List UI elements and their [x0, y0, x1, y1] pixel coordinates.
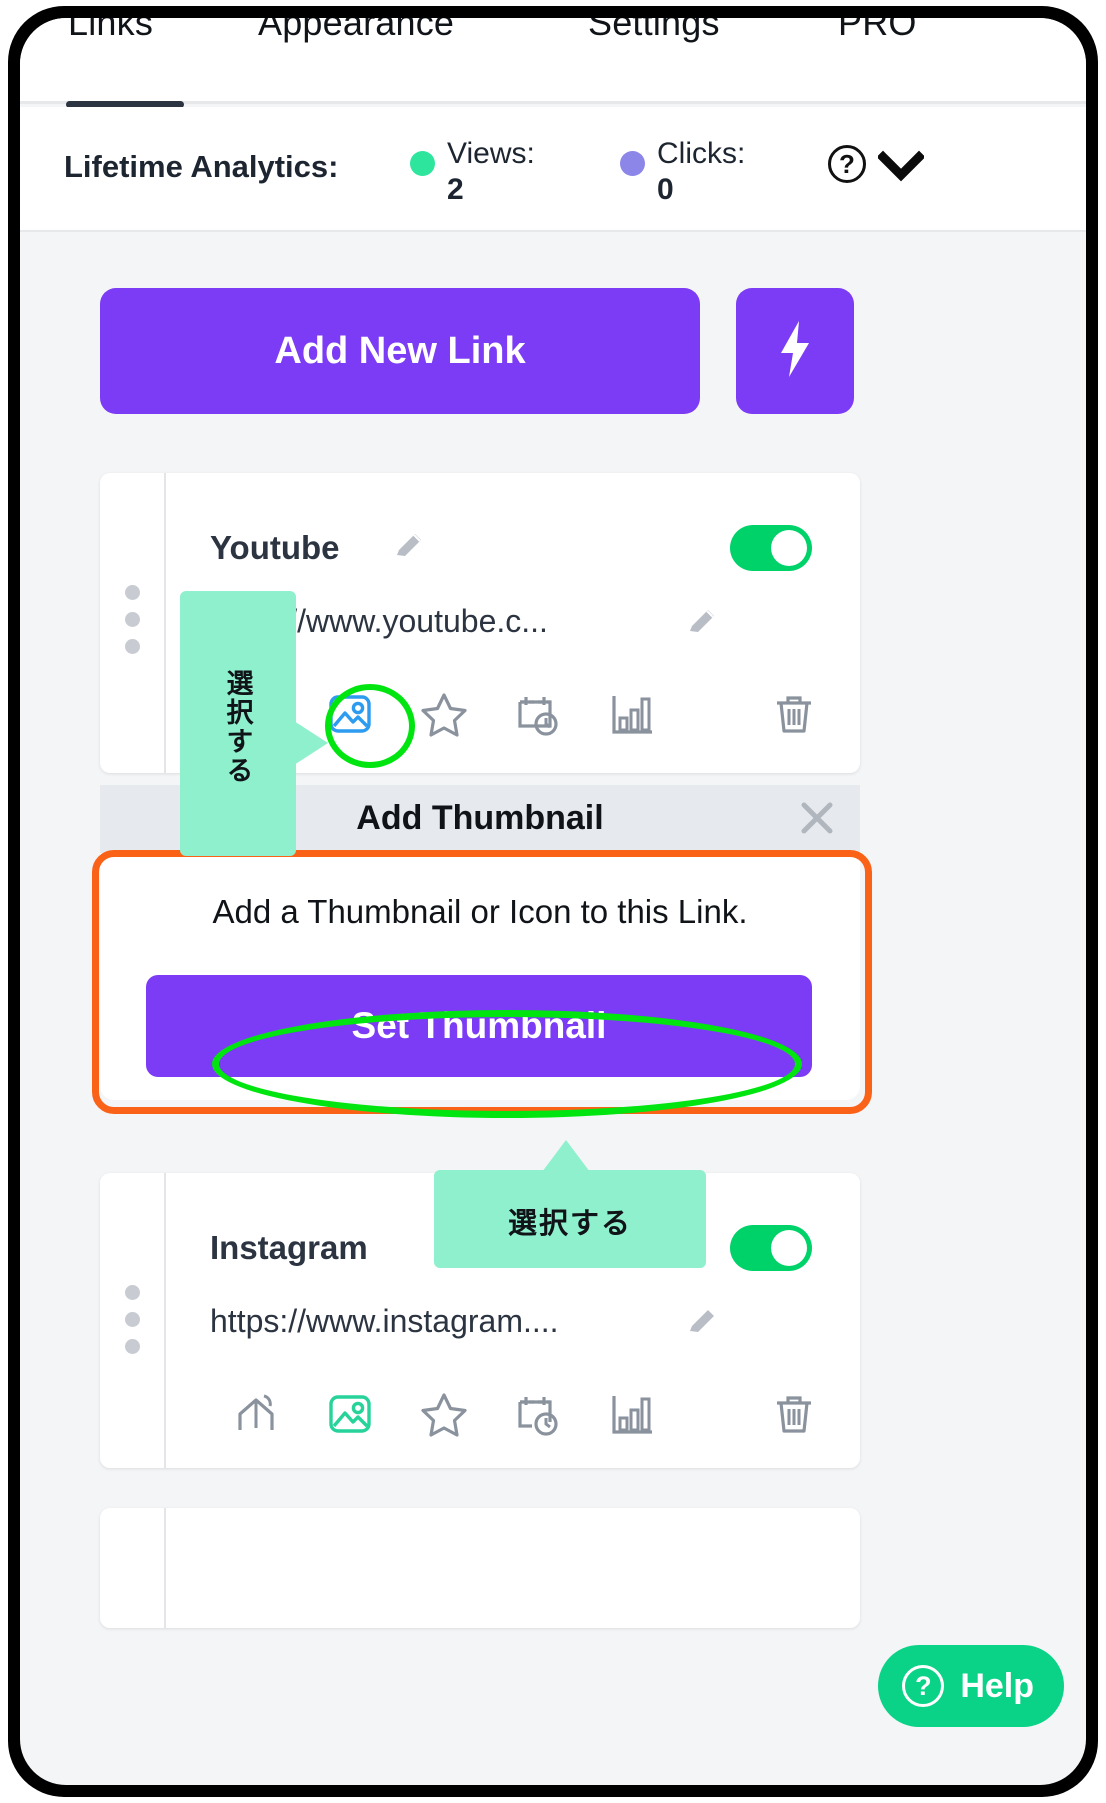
callout-tail [294, 721, 328, 765]
lifetime-analytics-bar: Lifetime Analytics: Views: 2 Clicks: 0 ? [20, 107, 1086, 232]
image-icon[interactable] [324, 688, 376, 740]
edit-url-pencil-icon[interactable] [685, 1305, 719, 1339]
card-divider [164, 1508, 166, 1628]
clicks-value: 0 [657, 173, 674, 206]
callout-text: 選択する [507, 1208, 632, 1240]
help-question-icon[interactable]: ? [828, 145, 866, 183]
clicks-label: Clicks: [657, 137, 746, 170]
help-question-icon: ? [902, 1665, 945, 1707]
calendar-clock-icon[interactable] [512, 1388, 564, 1440]
phone-screen: Links Appearance Settings PRO Lifetime A… [20, 18, 1086, 1785]
bar-chart-icon[interactable] [606, 1388, 658, 1440]
tab-bar: Links Appearance Settings PRO [20, 18, 1086, 108]
edit-url-pencil-icon[interactable] [685, 605, 719, 639]
share-icon[interactable] [230, 1388, 282, 1440]
chevron-down-icon[interactable] [876, 149, 926, 183]
trash-icon[interactable] [768, 1388, 820, 1440]
drag-handle-youtube[interactable] [125, 585, 141, 666]
close-icon[interactable] [796, 797, 838, 839]
clicks-dot-icon [620, 151, 645, 176]
bar-chart-icon[interactable] [606, 688, 658, 740]
calendar-clock-icon[interactable] [512, 688, 564, 740]
quick-action-button[interactable] [736, 288, 854, 414]
star-icon[interactable] [418, 688, 470, 740]
add-new-link-button[interactable]: Add New Link [100, 288, 700, 414]
set-thumbnail-button[interactable]: Set Thumbnail [146, 975, 812, 1077]
link-toggle-youtube[interactable] [730, 525, 812, 571]
drag-handle-instagram[interactable] [125, 1285, 141, 1366]
views-label: Views: [447, 137, 535, 170]
phone-frame: Links Appearance Settings PRO Lifetime A… [8, 6, 1098, 1797]
link-title-youtube: Youtube [210, 529, 340, 566]
tab-links[interactable]: Links [68, 18, 153, 44]
link-toggle-instagram[interactable] [730, 1225, 812, 1271]
callout-text: 選択する [222, 669, 253, 785]
card-divider [164, 473, 166, 773]
add-thumbnail-body: Add a Thumbnail or Icon to this Link. Se… [100, 853, 860, 1100]
tab-settings[interactable]: Settings [588, 18, 720, 44]
link-card-partial[interactable] [100, 1508, 860, 1628]
tab-pro[interactable]: PRO [838, 18, 917, 44]
callout-select-youtube-icon: 選択する [180, 591, 328, 856]
callout-select-set-thumbnail: 選択する [434, 1140, 706, 1268]
card-divider [164, 1173, 166, 1468]
views-value: 2 [447, 173, 464, 206]
link-title-instagram: Instagram [210, 1229, 368, 1266]
link-url-instagram[interactable]: https://www.instagram.... [210, 1303, 559, 1340]
add-thumbnail-description: Add a Thumbnail or Icon to this Link. [212, 893, 748, 930]
views-dot-icon [410, 151, 435, 176]
trash-icon[interactable] [768, 688, 820, 740]
analytics-title: Lifetime Analytics: [64, 149, 339, 184]
help-widget-button[interactable]: ? Help [878, 1645, 1064, 1727]
tab-appearance[interactable]: Appearance [258, 18, 454, 44]
callout-tail [542, 1140, 590, 1172]
image-icon[interactable] [324, 1388, 376, 1440]
lightning-bolt-icon [775, 320, 815, 382]
star-icon[interactable] [418, 1388, 470, 1440]
help-widget-label: Help [960, 1666, 1034, 1705]
edit-title-pencil-icon[interactable] [392, 529, 426, 563]
